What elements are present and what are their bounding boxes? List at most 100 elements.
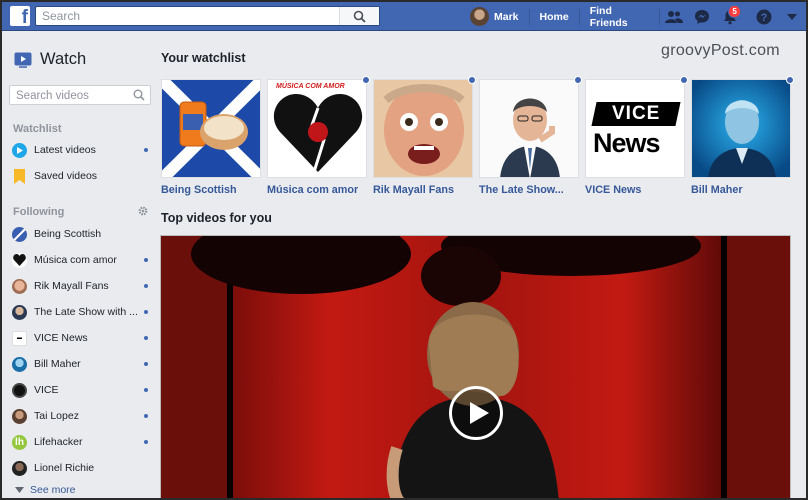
messenger-button[interactable] <box>688 2 716 31</box>
unread-dot <box>144 414 148 418</box>
page-avatar <box>12 460 27 476</box>
tile-label-late-show[interactable]: The Late Show... <box>479 184 583 196</box>
help-icon: ? <box>756 9 772 24</box>
search-button[interactable] <box>339 7 379 25</box>
sidebar-item-vice-news[interactable]: ▬ VICE News <box>12 327 148 349</box>
tile-unread-dot <box>362 76 370 84</box>
bookmark-icon <box>12 168 27 184</box>
friends-icon <box>664 10 683 23</box>
play-icon <box>470 402 489 424</box>
gear-icon[interactable] <box>138 206 148 216</box>
watchlist-section-heading: Watchlist <box>13 123 62 135</box>
sidebar-item-label: Bill Maher <box>34 358 81 370</box>
svg-text:?: ? <box>761 12 768 24</box>
tile-label-bill-maher[interactable]: Bill Maher <box>691 184 795 196</box>
top-nav-bar: f Mark Home Find Friends 5 <box>2 2 806 31</box>
see-more-label: See more <box>30 484 76 496</box>
vice-logo-text: VICE <box>611 103 661 124</box>
notification-count-badge: 5 <box>728 5 741 18</box>
browser-frame: f Mark Home Find Friends 5 <box>0 0 808 500</box>
sidebar-item-label: Lifehacker <box>34 436 83 448</box>
global-search-input[interactable] <box>42 7 342 25</box>
news-logo-text: News <box>593 128 661 158</box>
being-scottish-thumbnail <box>162 80 260 177</box>
account-menu-button[interactable] <box>778 2 806 31</box>
unread-dot <box>144 310 148 314</box>
unread-dot <box>144 148 148 152</box>
tile-label-vice-news[interactable]: VICE News <box>585 184 689 196</box>
sidebar-item-lifehacker[interactable]: lh Lifehacker <box>12 431 148 453</box>
page-avatar <box>12 226 27 242</box>
lifehacker-logo-icon: lh <box>12 434 27 450</box>
musica-com-amor-thumbnail <box>268 80 366 177</box>
search-icon[interactable] <box>133 89 145 101</box>
watchlist-tile-musica-com-amor[interactable]: MÚSICA COM AMOR <box>267 79 367 178</box>
see-more-link[interactable]: See more <box>15 484 76 496</box>
unread-dot <box>144 336 148 340</box>
sidebar-item-saved-videos[interactable]: Saved videos <box>12 165 148 187</box>
heart-icon <box>12 252 27 268</box>
tile-label-musica-com-amor[interactable]: Música com amor <box>267 184 371 196</box>
watchlist-tile-late-show[interactable] <box>479 79 579 178</box>
sidebar-item-late-show[interactable]: The Late Show with ... <box>12 301 148 323</box>
friend-requests-button[interactable] <box>660 2 688 31</box>
video-frame <box>161 236 790 498</box>
notifications-button[interactable]: 5 <box>716 2 744 31</box>
sidebar-item-musica-com-amor[interactable]: Música com amor <box>12 249 148 271</box>
tile-unread-dot <box>680 76 688 84</box>
tile-label-being-scottish[interactable]: Being Scottish <box>161 184 265 196</box>
chevron-down-icon <box>15 487 24 493</box>
watchlist-tile-bill-maher[interactable] <box>691 79 791 178</box>
profile-link[interactable]: Mark <box>470 7 530 26</box>
watch-main: Your watchlist groovyPost.com MÚSICA COM… <box>160 32 806 498</box>
messenger-icon <box>694 9 709 24</box>
watch-title: Watch <box>40 50 87 68</box>
rik-mayall-thumbnail <box>374 80 472 177</box>
help-button[interactable]: ? <box>750 2 778 31</box>
groovypost-watermark: groovyPost.com <box>661 42 780 59</box>
following-section-heading: Following <box>13 206 65 218</box>
your-watchlist-heading: Your watchlist <box>161 51 246 65</box>
late-show-thumbnail <box>480 80 578 177</box>
home-link[interactable]: Home <box>530 8 580 25</box>
sidebar-item-vice[interactable]: VICE <box>12 379 148 401</box>
page-avatar <box>12 408 27 424</box>
page-avatar <box>12 304 27 320</box>
watchlist-tile-being-scottish[interactable] <box>161 79 261 178</box>
sidebar-item-label: Saved videos <box>34 170 98 182</box>
sidebar-item-label: Latest videos <box>34 144 96 156</box>
play-button[interactable] <box>449 386 503 440</box>
find-friends-link[interactable]: Find Friends <box>580 5 660 29</box>
page-avatar <box>12 356 27 372</box>
tile-unread-dot <box>468 76 476 84</box>
bill-maher-thumbnail <box>692 80 790 177</box>
search-videos-input[interactable] <box>16 87 131 105</box>
user-name: Mark <box>494 10 519 23</box>
unread-dot <box>144 258 148 262</box>
caret-down-icon <box>786 13 797 20</box>
sidebar-item-tai-lopez[interactable]: Tai Lopez <box>12 405 148 427</box>
tile-label-rik-mayall[interactable]: Rik Mayall Fans <box>373 184 477 196</box>
sidebar-item-being-scottish[interactable]: Being Scottish <box>12 223 148 245</box>
musica-com-amor-overlay-text: MÚSICA COM AMOR <box>276 83 345 90</box>
sidebar-item-rik-mayall-fans[interactable]: Rik Mayall Fans <box>12 275 148 297</box>
unread-dot <box>144 388 148 392</box>
unread-dot <box>144 362 148 366</box>
sidebar-item-bill-maher[interactable]: Bill Maher <box>12 353 148 375</box>
watchlist-tile-vice-news[interactable]: VICE News <box>585 79 685 178</box>
sidebar-item-label: VICE <box>34 384 59 396</box>
sidebar-item-latest-videos[interactable]: Latest videos <box>12 139 148 161</box>
unread-dot <box>144 440 148 444</box>
watch-header[interactable]: Watch <box>14 50 86 69</box>
sidebar-item-label: The Late Show with ... <box>34 306 138 318</box>
watch-tv-icon <box>14 52 32 68</box>
sidebar-item-lionel-richie[interactable]: Lionel Richie <box>12 457 148 479</box>
featured-video-player[interactable] <box>160 235 791 498</box>
top-nav-links: Mark Home Find Friends 5 ? <box>470 2 806 31</box>
sidebar-item-label: Tai Lopez <box>34 410 79 422</box>
global-search-box <box>35 6 380 26</box>
facebook-logo-icon[interactable]: f <box>10 6 30 28</box>
watchlist-tile-rik-mayall[interactable] <box>373 79 473 178</box>
vice-logo-box: VICE <box>591 102 681 126</box>
search-icon <box>353 10 366 23</box>
